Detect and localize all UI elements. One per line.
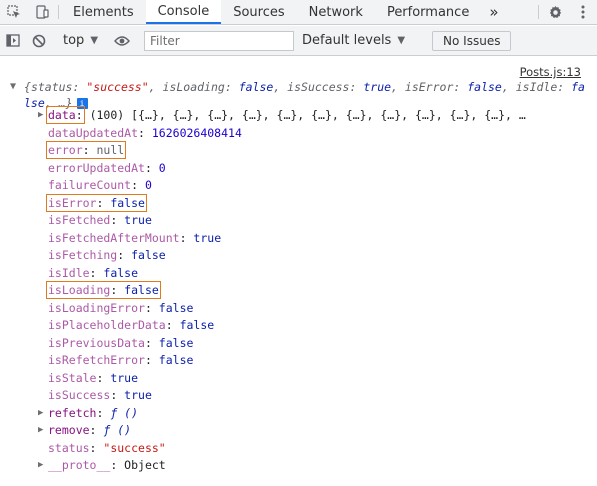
property-value: false	[158, 353, 194, 367]
property-row: isLoadingError: false	[48, 300, 194, 315]
console-output: Posts.js:13 ▼ {status: "success", isLoadi…	[0, 57, 597, 486]
source-link[interactable]: Posts.js:13	[520, 65, 581, 79]
tab-elements[interactable]: Elements	[61, 0, 146, 24]
property-value: false	[110, 195, 145, 210]
property-key: isIdle	[48, 265, 90, 280]
property-row: isStale: true	[48, 370, 139, 385]
property-row: failureCount: 0	[48, 178, 152, 192]
property-value: null	[96, 143, 125, 157]
property-key: isRefetchError	[48, 353, 145, 367]
log-levels-label: Default levels	[302, 33, 392, 48]
property-value: true	[124, 388, 152, 402]
property-row[interactable]: ▶ __proto__: Object	[38, 457, 166, 474]
property-value: 0	[158, 160, 166, 175]
property-key: dataUpdatedAt	[48, 125, 139, 140]
property-key: isPreviousData	[48, 335, 145, 350]
property-value: false	[158, 335, 194, 350]
property-row: isRefetchError: false	[48, 353, 194, 367]
property-key: isFetched	[48, 213, 111, 227]
property-row: dataUpdatedAt: 1626026408414	[48, 125, 242, 140]
property-row[interactable]: ▶ remove: ƒ ()	[38, 422, 132, 439]
property-row: isFetching: false	[48, 248, 166, 262]
settings-gear-icon[interactable]	[541, 0, 569, 24]
property-row[interactable]: ▶ refetch: ƒ ()	[38, 405, 139, 422]
context-selector[interactable]: top ▼	[57, 33, 104, 48]
property-row: isIdle: false	[48, 265, 139, 280]
property-value: (100) [{…}, {…}, {…}, {…}, {…}, {…}, {…}…	[89, 108, 526, 122]
property-value: false	[103, 265, 139, 280]
tab-sources[interactable]: Sources	[221, 0, 296, 24]
inspect-element-icon[interactable]	[0, 0, 28, 24]
property-key: status	[48, 440, 90, 455]
property-key: refetch	[48, 405, 97, 420]
sidebar-toggle-icon[interactable]	[0, 28, 26, 54]
clear-console-icon[interactable]	[26, 28, 52, 54]
caret-down-icon: ▼	[90, 35, 99, 46]
expand-arrow-icon[interactable]: ▶	[38, 107, 43, 124]
tab-console[interactable]: Console	[145, 0, 222, 24]
property-key: isLoadingError	[48, 300, 145, 315]
device-toolbar-icon[interactable]	[28, 0, 56, 24]
issues-button[interactable]: No Issues	[432, 30, 512, 51]
context-label: top	[63, 33, 85, 48]
more-tabs-button[interactable]: »	[481, 0, 506, 24]
property-key: error	[48, 143, 83, 157]
property-row: isPreviousData: false	[48, 335, 194, 350]
property-key: failureCount	[48, 178, 132, 192]
property-row: isPlaceholderData: false	[48, 318, 215, 332]
expand-arrow-icon[interactable]: ▶	[38, 422, 43, 439]
property-value: "success"	[103, 440, 166, 455]
property-row: isSuccess: true	[48, 388, 152, 402]
property-key: errorUpdatedAt	[48, 160, 145, 175]
expand-arrow-icon[interactable]: ▶	[38, 457, 43, 474]
caret-down-icon: ▼	[397, 35, 406, 46]
property-value: false	[124, 283, 159, 297]
property-key: isStale	[48, 370, 97, 385]
property-key: isFetchedAfterMount	[48, 230, 180, 245]
property-row: errorUpdatedAt: 0	[48, 160, 166, 175]
expand-arrow-icon[interactable]: ▶	[38, 405, 43, 422]
live-expression-eye-icon[interactable]	[109, 28, 135, 54]
property-value: true	[110, 370, 139, 385]
property-value: ƒ ()	[110, 405, 139, 420]
property-key: isError	[48, 195, 97, 210]
property-value: true	[124, 213, 152, 227]
console-toolbar: top ▼ Default levels ▼ No Issues	[0, 26, 597, 56]
property-key: isLoading	[48, 283, 111, 297]
tab-divider	[58, 5, 59, 19]
property-key: __proto__	[48, 458, 111, 472]
property-key: remove	[48, 423, 90, 437]
property-row[interactable]: ▶ data: (100) [{…}, {…}, {…}, {…}, {…}, {…	[38, 106, 526, 124]
property-value: false	[179, 318, 215, 332]
property-value: false	[131, 248, 166, 262]
property-row: error: null	[45, 141, 127, 159]
filter-input[interactable]	[144, 30, 295, 51]
expand-toggle-icon[interactable]: ▼	[10, 79, 16, 95]
tab-divider	[538, 5, 539, 19]
property-key: isFetching	[48, 248, 118, 262]
kebab-menu-icon[interactable]	[569, 0, 597, 24]
property-value: true	[193, 230, 222, 245]
property-key: isPlaceholderData	[48, 318, 166, 332]
property-value: 0	[144, 178, 152, 192]
devtools-tabbar: Elements Console Sources Network Perform…	[0, 0, 597, 25]
tab-network[interactable]: Network	[297, 0, 375, 24]
property-value: false	[158, 300, 194, 315]
property-row: status: "success"	[48, 440, 166, 455]
tab-performance[interactable]: Performance	[375, 0, 481, 24]
property-value: 1626026408414	[151, 125, 242, 140]
property-value: Object	[124, 458, 166, 472]
log-levels-dropdown[interactable]: Default levels ▼	[302, 33, 405, 48]
property-row: isLoading: false	[46, 281, 161, 299]
property-key: isSuccess	[48, 388, 111, 402]
property-row: isFetchedAfterMount: true	[48, 230, 222, 245]
property-row: isError: false	[46, 193, 147, 212]
property-key: data	[48, 108, 76, 122]
property-row: isFetched: true	[48, 213, 152, 227]
property-value: ƒ ()	[103, 423, 132, 437]
